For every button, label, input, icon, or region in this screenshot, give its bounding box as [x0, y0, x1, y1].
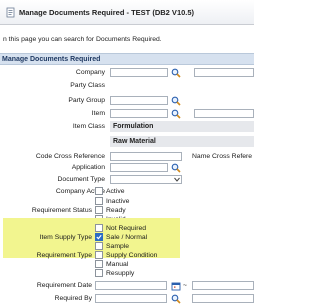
search-icon[interactable] — [170, 67, 181, 78]
document-type-select[interactable] — [110, 175, 182, 184]
company-active-active-checkbox[interactable] — [95, 187, 103, 195]
requirement-status-option-label: Not Required — [106, 225, 147, 232]
checkmark-icon — [96, 234, 102, 240]
item-supply-type-option-label: Sale / Normal — [106, 234, 148, 241]
requirement-date-from-input[interactable] — [95, 281, 167, 290]
item-supply-type-sale-normal-checkbox[interactable] — [95, 233, 103, 241]
item-supply-type-label: Item Supply Type — [39, 234, 92, 241]
window-title: Manage Documents Required - TEST (DB2 V1… — [19, 7, 195, 17]
formulation-heading: Formulation — [110, 121, 254, 132]
section-title: Manage Documents Required — [0, 53, 254, 65]
application-input[interactable] — [110, 163, 168, 172]
document-type-label: Document Type — [57, 176, 105, 183]
required-by-label: Required By — [54, 295, 92, 302]
item-supply-type-option-label: Sample — [106, 243, 130, 250]
window-titlebar: Manage Documents Required - TEST (DB2 V1… — [0, 0, 254, 25]
intro-text: n this page you can search for Documents… — [3, 36, 162, 43]
required-by-input[interactable] — [95, 294, 167, 303]
chevron-down-icon — [174, 177, 180, 182]
requirement-type-label: Requirement Type — [36, 252, 92, 259]
requirement-status-not-required-checkbox[interactable] — [95, 224, 103, 232]
requirement-type-option-label: Manual — [106, 261, 129, 268]
raw-material-heading: Raw Material — [110, 136, 254, 147]
company-input[interactable] — [110, 68, 168, 77]
requirement-status-option-label: Ready — [106, 207, 126, 214]
requirement-type-supply-condition-checkbox[interactable] — [95, 251, 103, 259]
party-group-input[interactable] — [110, 96, 168, 105]
item-supply-type-sample-checkbox[interactable] — [95, 242, 103, 250]
item-name-input[interactable] — [194, 109, 254, 118]
company-active-option-label: Active — [106, 188, 125, 195]
required-by-name-input[interactable] — [192, 294, 254, 303]
code-cross-reference-label: Code Cross Reference — [35, 153, 105, 160]
requirement-status-ready-checkbox[interactable] — [95, 206, 103, 214]
company-active-label: Company Active — [55, 188, 105, 195]
requirement-date-label: Requirement Date — [36, 282, 92, 289]
requirement-type-option-label: Supply Condition — [106, 252, 158, 259]
search-icon[interactable] — [170, 293, 181, 304]
item-label: Item — [91, 110, 105, 117]
requirement-type-manual-checkbox[interactable] — [95, 260, 103, 268]
code-cross-reference-input[interactable] — [110, 152, 182, 161]
company-active-inactive-checkbox[interactable] — [95, 197, 103, 205]
date-range-separator: ~ — [183, 282, 187, 289]
requirement-type-option-label: Resupply — [106, 270, 135, 277]
name-cross-reference-label: Name Cross Refere — [192, 153, 253, 160]
requirement-type-resupply-checkbox[interactable] — [95, 269, 103, 277]
company-label: Company — [75, 69, 105, 76]
party-group-label: Party Group — [68, 97, 105, 104]
requirement-status-label: Requirement Status — [31, 207, 92, 214]
item-input[interactable] — [110, 109, 168, 118]
company-name-input[interactable] — [194, 68, 254, 77]
party-class-label: Party Class — [70, 82, 105, 89]
search-icon[interactable] — [170, 162, 181, 173]
search-icon[interactable] — [170, 95, 181, 106]
item-class-label: Item Class — [72, 123, 105, 130]
document-icon — [4, 6, 16, 18]
calendar-icon[interactable] — [170, 280, 181, 291]
requirement-date-to-input[interactable] — [192, 281, 254, 290]
company-active-option-label: Inactive — [106, 198, 130, 205]
search-icon[interactable] — [170, 108, 181, 119]
application-label: Application — [71, 164, 105, 171]
